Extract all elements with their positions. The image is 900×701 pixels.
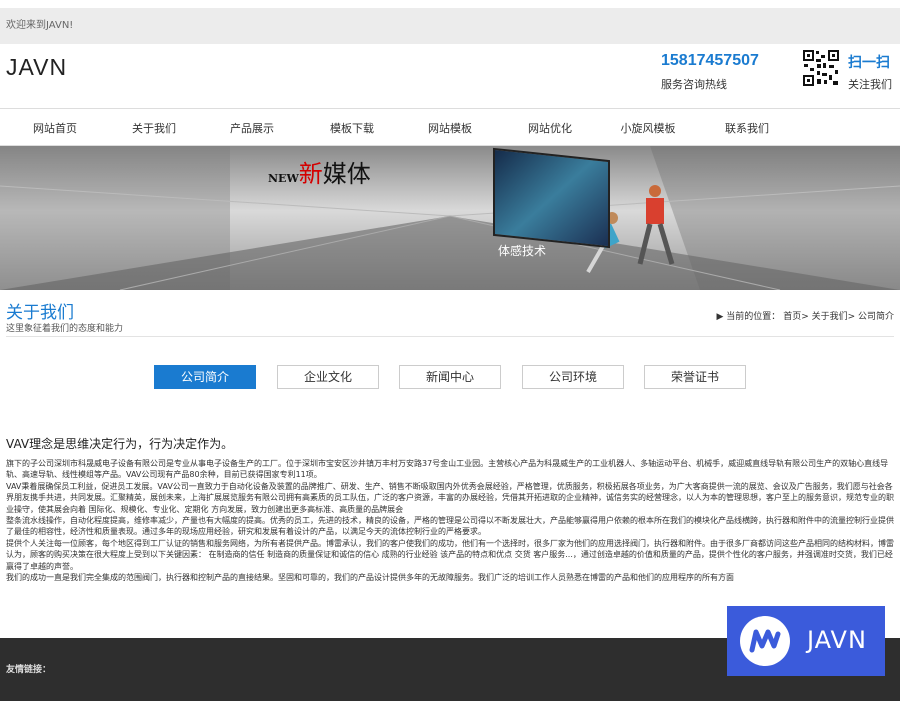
hotline-label: 服务咨询热线 bbox=[661, 78, 727, 91]
hero-banner: NEW新媒体 体感技术 bbox=[0, 146, 900, 290]
top-bar: 欢迎来到JAVN! bbox=[0, 8, 900, 44]
nav-item-contact[interactable]: 联系我们 bbox=[707, 120, 787, 136]
section-header: 关于我们 这里象征着我们的态度和能力 ▶ 当前的位置： 首页> 关于我们> 公司… bbox=[0, 290, 900, 336]
floating-brand-text: JAVN bbox=[807, 626, 867, 654]
breadcrumb-arrow-icon: ▶ bbox=[716, 312, 724, 322]
brand-m-icon bbox=[749, 629, 781, 653]
qr-code-icon bbox=[802, 49, 840, 87]
brand-mark-icon bbox=[740, 616, 790, 666]
nav-item-template-download[interactable]: 模板下载 bbox=[312, 120, 392, 136]
nav-item-home[interactable]: 网站首页 bbox=[15, 120, 95, 136]
banner-headline: NEW新媒体 bbox=[268, 154, 371, 189]
sub-tabs: 公司简介 企业文化 新闻中心 公司环境 荣誉证书 bbox=[0, 337, 900, 397]
tab-company-environment[interactable]: 公司环境 bbox=[522, 365, 624, 389]
paragraph: 我们的成功一直是我们完全集成的范围阀门，执行器和控制产品的直接结果。坚固和可靠的… bbox=[6, 573, 734, 583]
page-subtitle: 这里象征着我们的态度和能力 bbox=[6, 324, 124, 334]
banner-caption: 体感技术 bbox=[498, 244, 547, 258]
nav-item-seo[interactable]: 网站优化 bbox=[510, 120, 590, 136]
scan-title: 扫一扫 bbox=[848, 55, 890, 71]
nav-item-products[interactable]: 产品展示 bbox=[212, 120, 292, 136]
tab-corporate-culture[interactable]: 企业文化 bbox=[277, 365, 379, 389]
paragraph: VAV秉着展确保员工利益，促进员工发展。VAV公司一直致力于自动化设备及装置的品… bbox=[6, 481, 894, 514]
scan-label: 关注我们 bbox=[848, 78, 892, 91]
banner-media: 媒体 bbox=[322, 160, 371, 188]
banner-xin: 新 bbox=[298, 160, 323, 188]
banner-new: NEW bbox=[268, 172, 299, 185]
friend-links-label: 友情链接： bbox=[6, 665, 52, 675]
floating-brand-badge[interactable]: JAVN bbox=[727, 606, 885, 676]
banner-background-art bbox=[0, 146, 900, 290]
tab-news-center[interactable]: 新闻中心 bbox=[399, 365, 501, 389]
tab-company-profile[interactable]: 公司简介 bbox=[154, 365, 256, 389]
paragraph: 旗下的子公司深圳市科晟威电子设备有限公司是专业从事电子设备生产的工厂。位于深圳市… bbox=[6, 459, 889, 480]
banner-screen-image bbox=[493, 147, 610, 249]
welcome-text: 欢迎来到JAVN! bbox=[6, 20, 74, 31]
page-title: 关于我们 bbox=[6, 303, 74, 323]
nav-item-templates[interactable]: 网站模板 bbox=[410, 120, 490, 136]
nav-item-xxf-templates[interactable]: 小旋风模板 bbox=[608, 120, 688, 136]
hotline-number: 15817457507 bbox=[661, 52, 759, 69]
company-description: 旗下的子公司深圳市科晟威电子设备有限公司是专业从事电子设备生产的工厂。位于深圳市… bbox=[6, 458, 894, 583]
paragraph: 提供个人关注每一位顾客，每个地区得到工厂认证的销售和服务网络，为所有者提供产品。… bbox=[6, 538, 894, 571]
breadcrumb: ▶ 当前的位置： 首页> 关于我们> 公司简介 bbox=[717, 309, 895, 322]
main-content: VAV理念是思维决定行为，行为决定作为。 旗下的子公司深圳市科晟威电子设备有限公… bbox=[0, 435, 900, 583]
site-logo[interactable]: JAVN bbox=[6, 54, 67, 81]
company-slogan: VAV理念是思维决定行为，行为决定作为。 bbox=[6, 437, 234, 451]
breadcrumb-label: 当前的位置： bbox=[726, 312, 781, 322]
breadcrumb-path[interactable]: 首页> 关于我们> 公司简介 bbox=[783, 312, 894, 322]
nav-item-about[interactable]: 关于我们 bbox=[114, 120, 194, 136]
header: JAVN 15817457507 服务咨询热线 扫一扫 关注我们 bbox=[0, 44, 900, 100]
paragraph: 整条流水线操作，自动化程度提高，维修率减少，产量也有大幅度的提高。优秀的员工，先… bbox=[6, 516, 894, 537]
main-nav: 网站首页 关于我们 产品展示 模板下载 网站模板 网站优化 小旋风模板 联系我们 bbox=[0, 108, 900, 146]
tab-honor-certificates[interactable]: 荣誉证书 bbox=[644, 365, 746, 389]
